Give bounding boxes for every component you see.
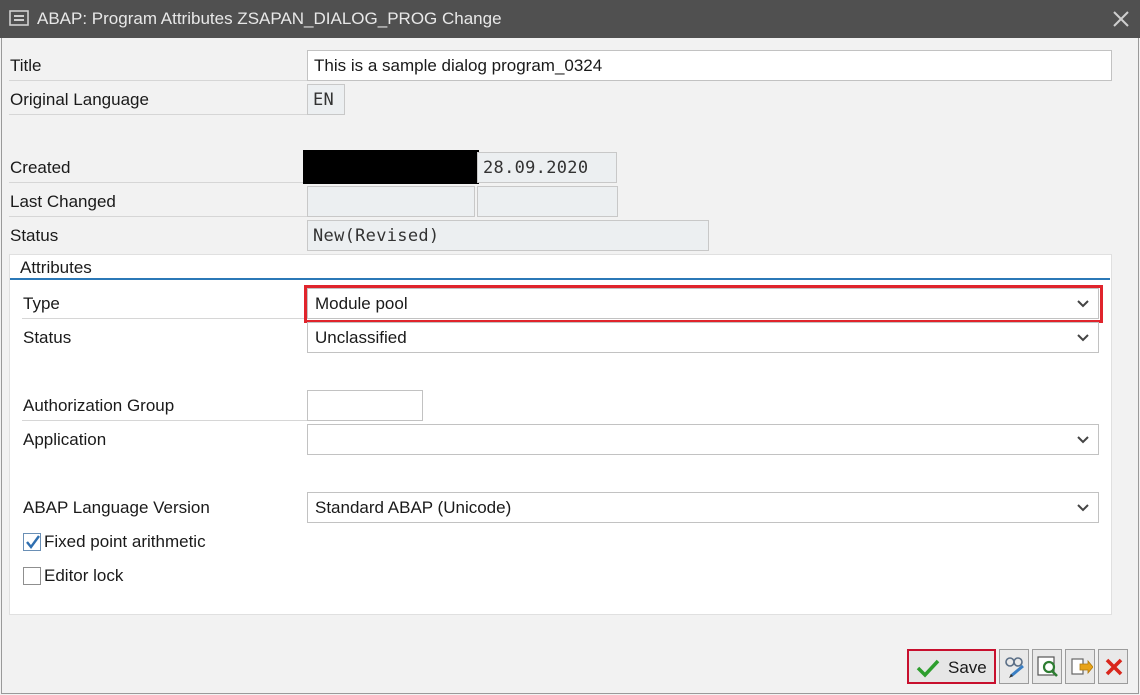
type-select[interactable]: Module pool [307,288,1099,319]
chevron-down-icon [1077,334,1089,342]
attr-status-value: Unclassified [315,328,407,347]
attributes-section-title: Attributes [20,258,92,277]
created-by-redacted [303,150,479,184]
cancel-button[interactable] [1098,649,1128,684]
row-divider [9,114,307,115]
title-label: Title [10,56,42,75]
close-icon[interactable] [1110,8,1132,30]
abap-version-select[interactable]: Standard ABAP (Unicode) [307,492,1099,523]
created-label: Created [10,158,71,177]
display-change-icon [1005,657,1024,678]
chevron-down-icon [1077,504,1089,512]
created-date-field: 28.09.2020 [477,152,617,183]
attr-status-label: Status [23,328,72,347]
original-language-field: EN [307,84,345,115]
row-divider [9,80,307,81]
type-select-value: Module pool [315,294,408,313]
abap-version-value: Standard ABAP (Unicode) [315,498,512,517]
attr-status-select[interactable]: Unclassified [307,322,1099,353]
application-select[interactable] [307,424,1099,455]
row-divider [22,318,307,319]
auth-group-label: Authorization Group [23,396,175,415]
transport-button[interactable] [1065,649,1095,684]
status-field: New(Revised) [307,220,709,251]
window-titlebar: ABAP: Program Attributes ZSAPAN_DIALOG_P… [0,0,1140,38]
original-language-label: Original Language [10,90,149,109]
window-title: ABAP: Program Attributes ZSAPAN_DIALOG_P… [37,9,502,28]
title-input[interactable]: This is a sample dialog program_0324 [307,50,1112,81]
save-button[interactable]: Save [907,649,996,684]
last-changed-date-field [477,186,618,217]
fixed-point-checkbox[interactable] [23,533,41,551]
transport-icon [1071,658,1093,675]
save-button-label: Save [948,658,987,677]
save-check-icon [916,659,940,678]
search-icon [1037,656,1058,677]
editor-lock-checkbox[interactable] [23,567,41,585]
editor-lock-label: Editor lock [44,566,124,585]
section-rule [10,278,1110,280]
fixed-point-label: Fixed point arithmetic [44,532,206,551]
check-object-button[interactable] [1032,649,1062,684]
auth-group-input[interactable] [307,390,423,421]
check-icon [26,535,40,549]
row-divider [9,216,307,217]
row-divider [9,182,307,183]
chevron-down-icon [1077,436,1089,444]
cancel-icon [1105,658,1123,676]
abap-version-label: ABAP Language Version [23,498,210,517]
display-change-button[interactable] [999,649,1029,684]
window-menu-icon[interactable] [9,10,31,28]
type-label: Type [23,294,60,313]
last-changed-by-field [307,186,475,217]
application-label: Application [23,430,107,449]
last-changed-label: Last Changed [10,192,116,211]
status-label: Status [10,226,59,245]
chevron-down-icon [1077,300,1089,308]
row-divider [22,420,307,421]
